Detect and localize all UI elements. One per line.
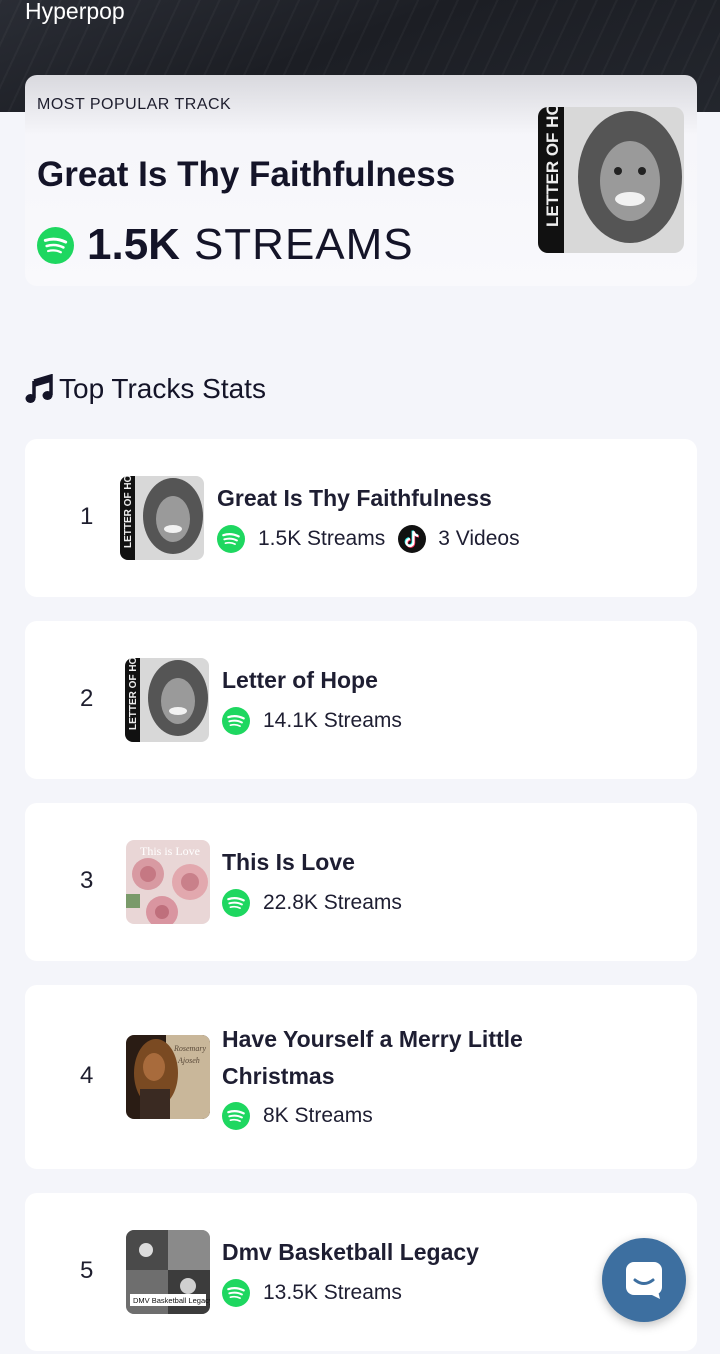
- track-streams: 1.5K Streams: [258, 527, 386, 550]
- top-tracks-header: Top Tracks Stats: [25, 373, 266, 405]
- svg-text:LETTER OF HOPE: LETTER OF HOPE: [123, 476, 134, 548]
- svg-text:This is Love: This is Love: [140, 844, 200, 858]
- track-album-art[interactable]: LETTER OF HOPE: [125, 658, 209, 742]
- track-album-art[interactable]: This is Love: [126, 840, 210, 924]
- most-popular-album-art[interactable]: LETTER OF HOPE: [538, 107, 684, 253]
- track-album-art[interactable]: Rosemary Ajoseh: [126, 1035, 210, 1119]
- track-row[interactable]: 4 Rosemary Ajoseh Have Yourself a Merry …: [25, 985, 697, 1169]
- most-popular-streams-value: 1.5K: [87, 220, 180, 269]
- svg-text:LETTER OF HOPE: LETTER OF HOPE: [128, 658, 139, 730]
- chat-icon: [626, 1262, 662, 1299]
- track-row[interactable]: 1 LETTER OF HOPE Great Is Thy Faithfulne…: [25, 439, 697, 597]
- most-popular-streams: 1.5K STREAMS: [37, 220, 414, 270]
- track-meta: 14.1K Streams: [222, 707, 402, 735]
- spotify-icon: [222, 1102, 250, 1130]
- spotify-icon: [222, 889, 250, 917]
- top-tracks-title: Top Tracks Stats: [59, 373, 266, 404]
- svg-text:Rosemary: Rosemary: [173, 1044, 206, 1053]
- track-streams: 13.5K Streams: [263, 1281, 402, 1304]
- most-popular-streams-label: STREAMS: [193, 220, 414, 269]
- track-title[interactable]: This Is Love: [222, 844, 355, 881]
- track-meta: 13.5K Streams: [222, 1279, 402, 1307]
- most-popular-title[interactable]: Great Is Thy Faithfulness: [37, 155, 455, 195]
- most-popular-label: MOST POPULAR TRACK: [37, 96, 232, 113]
- track-row[interactable]: 3 This is Love This Is Love 22.8K Stream…: [25, 803, 697, 961]
- track-meta: 22.8K Streams: [222, 889, 402, 917]
- track-rank: 1: [80, 503, 94, 530]
- genre-title: Hyperpop: [25, 0, 125, 24]
- track-meta: 8K Streams: [222, 1102, 373, 1130]
- svg-text:LETTER OF HOPE: LETTER OF HOPE: [543, 107, 562, 227]
- track-title[interactable]: Dmv Basketball Legacy: [222, 1234, 479, 1271]
- spotify-icon: [222, 707, 250, 735]
- spotify-icon: [217, 525, 245, 553]
- track-rank: 2: [80, 685, 94, 712]
- spotify-icon: [222, 1279, 250, 1307]
- track-title[interactable]: Have Yourself a Merry Little Christmas: [222, 1021, 582, 1095]
- track-streams: 14.1K Streams: [263, 709, 402, 732]
- track-streams: 8K Streams: [263, 1104, 373, 1127]
- track-videos: 3 Videos: [438, 527, 520, 550]
- track-rank: 5: [80, 1257, 94, 1284]
- track-rank: 4: [80, 1062, 94, 1089]
- track-streams: 22.8K Streams: [263, 891, 402, 914]
- track-title[interactable]: Great Is Thy Faithfulness: [217, 480, 492, 517]
- track-title[interactable]: Letter of Hope: [222, 662, 378, 699]
- track-album-art[interactable]: LETTER OF HOPE: [120, 476, 204, 560]
- svg-text:DMV Basketball Legacy: DMV Basketball Legacy: [133, 1296, 210, 1305]
- track-row[interactable]: 5 DMV Basketball Legacy Dmv Basketball L…: [25, 1193, 697, 1351]
- chat-button[interactable]: [602, 1238, 686, 1322]
- spotify-icon: [37, 226, 74, 264]
- music-note-icon: [25, 374, 53, 403]
- svg-text:Ajoseh: Ajoseh: [177, 1056, 200, 1065]
- tiktok-icon: [398, 525, 427, 553]
- track-album-art[interactable]: DMV Basketball Legacy: [126, 1230, 210, 1314]
- track-row[interactable]: 2 LETTER OF HOPE Letter of Hope 14.1K St…: [25, 621, 697, 779]
- most-popular-track-card[interactable]: MOST POPULAR TRACK Great Is Thy Faithful…: [25, 75, 697, 286]
- track-meta: 1.5K Streams 3 Videos: [217, 525, 520, 553]
- track-rank: 3: [80, 867, 94, 894]
